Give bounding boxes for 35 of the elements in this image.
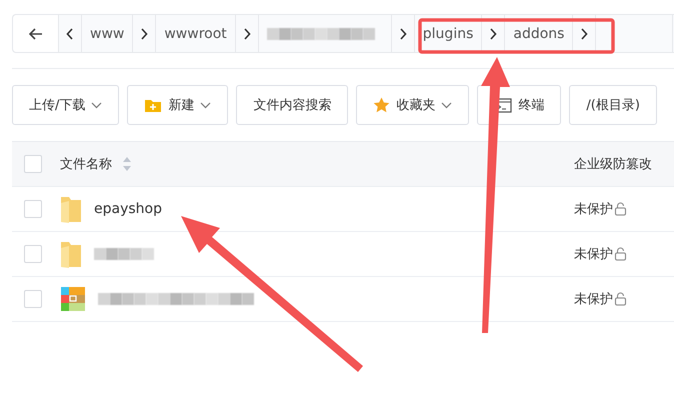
toolbar-button[interactable]: /(根目录)	[569, 85, 657, 125]
column-header[interactable]: 文件名称	[60, 155, 112, 173]
row-checkbox[interactable]	[24, 245, 42, 263]
caret-icon	[91, 102, 102, 108]
select-all-checkbox[interactable]	[24, 155, 42, 173]
toolbar-button[interactable]: 上传/下载	[12, 85, 120, 125]
row-checkbox[interactable]	[24, 290, 42, 308]
column-header: 企业级防篡改	[574, 156, 652, 173]
chevron-right-icon	[580, 28, 588, 40]
chevron-right-icon	[398, 28, 407, 40]
back-arrow-icon	[28, 28, 42, 40]
pixelated-file-name	[94, 248, 154, 260]
chevron-right-icon	[140, 28, 148, 40]
toolbar-button[interactable]: 新建	[127, 85, 228, 125]
caret-icon	[200, 102, 212, 108]
protection-status: 未保护	[574, 291, 613, 308]
unlocked-lock-icon[interactable]	[614, 292, 627, 306]
unlocked-lock-icon[interactable]	[614, 247, 627, 261]
back-button[interactable]	[13, 15, 59, 52]
caret-icon	[441, 102, 452, 108]
star-icon	[373, 97, 390, 113]
archive-icon	[60, 286, 86, 312]
toolbar-button[interactable]: 文件内容搜索	[236, 85, 348, 125]
chevron-right-icon	[489, 28, 498, 40]
unlocked-lock-icon[interactable]	[614, 202, 627, 216]
protection-status: 未保护	[574, 201, 613, 218]
new-folder-icon	[144, 98, 162, 112]
chevron-left-icon	[66, 28, 74, 40]
file-name[interactable]: epayshop	[94, 201, 162, 217]
chevron-right-icon	[242, 28, 251, 40]
protection-status: 未保护	[574, 246, 613, 263]
folder-icon	[60, 195, 82, 223]
row-checkbox[interactable]	[24, 200, 42, 218]
toolbar-button[interactable]: 收藏夹	[356, 85, 470, 125]
folder-icon	[60, 240, 82, 268]
